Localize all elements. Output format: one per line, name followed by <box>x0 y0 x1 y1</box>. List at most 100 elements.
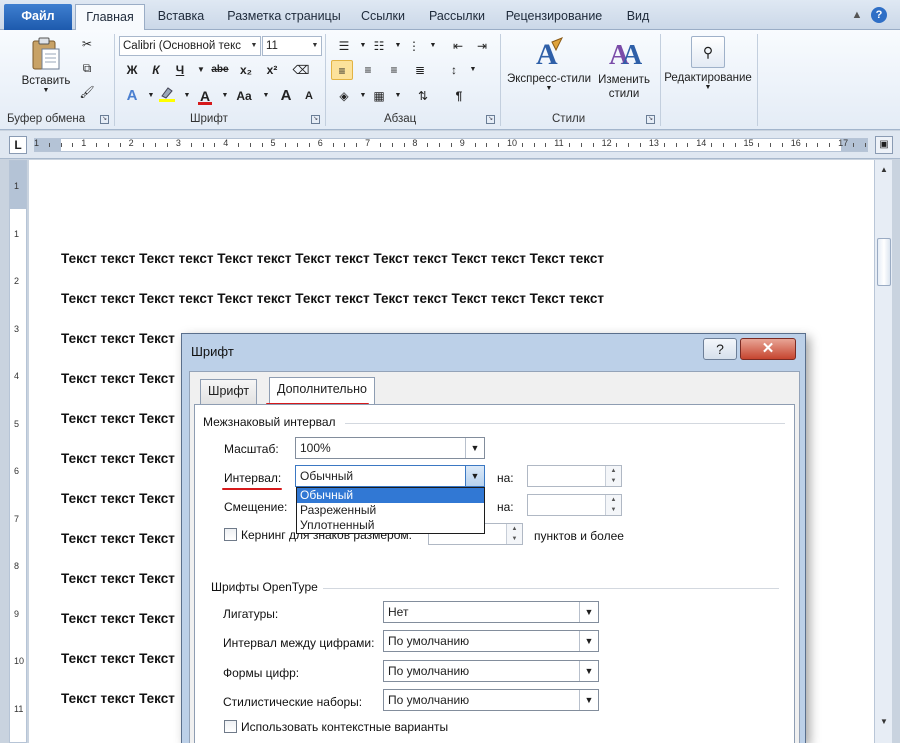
subscript-button[interactable]: x₂ <box>235 60 257 80</box>
align-left-icon[interactable]: ≡ <box>331 60 353 80</box>
ruler-tick <box>344 143 346 147</box>
tab-page-layout[interactable]: Разметка страницы <box>222 4 346 30</box>
clipboard-launcher-icon[interactable]: ↘ <box>100 115 109 124</box>
vruler-number: 2 <box>14 276 20 286</box>
quick-styles-button[interactable]: A Экспресс-стили ▼ <box>503 36 595 92</box>
tab-mailings[interactable]: Рассылки <box>422 4 492 30</box>
scroll-up-icon[interactable]: ▲ <box>878 164 890 176</box>
position-by-spinner[interactable]: ▲ ▼ <box>527 494 622 516</box>
ruler-tick <box>663 143 665 147</box>
stylistic-sets-select[interactable]: По умолчанию ▼ <box>383 689 599 711</box>
document-line[interactable]: Текст текст Текст <box>61 411 175 426</box>
ruler-tick <box>403 143 405 147</box>
spacing-option[interactable]: Разреженный <box>297 503 484 518</box>
document-line[interactable]: Текст текст Текст <box>61 531 175 546</box>
highlight-icon[interactable] <box>156 86 178 106</box>
line-spacing-dropdown-icon[interactable]: ▼ <box>462 60 484 80</box>
ruler-bar: L 1 1 2 3 4 5 6 7 8 9 10 11 12 13 14 15 16 17 ▣ <box>0 131 900 159</box>
scroll-thumb[interactable] <box>877 238 891 286</box>
document-line[interactable]: Текст текст Текст <box>61 611 175 626</box>
vertical-scrollbar[interactable]: ▲ ▼ <box>874 160 892 743</box>
spacing-option[interactable]: Уплотненный <box>297 518 484 533</box>
paste-dropdown-icon[interactable]: ▼ <box>14 87 78 94</box>
change-case-button[interactable]: Aa <box>230 86 258 106</box>
document-line[interactable]: Текст текст Текст <box>61 571 175 586</box>
strikethrough-button[interactable]: abe <box>209 60 231 80</box>
font-color-icon[interactable]: A <box>194 86 216 106</box>
document-line[interactable]: Текст текст Текст <box>61 691 175 706</box>
tab-file[interactable]: Файл <box>4 4 72 30</box>
paragraph-launcher-icon[interactable]: ↘ <box>486 115 495 124</box>
grow-font-button[interactable]: A <box>275 86 297 106</box>
number-spacing-value: По умолчанию <box>388 634 470 648</box>
ruler-tick <box>533 143 535 147</box>
shrink-font-button[interactable]: A <box>298 86 320 106</box>
tab-home[interactable]: Главная <box>75 4 145 31</box>
font-size-combo[interactable]: 11 ▼ <box>262 36 322 56</box>
vertical-ruler[interactable]: 1 1 2 3 4 5 6 7 8 9 10 11 <box>9 160 27 743</box>
tab-view[interactable]: Вид <box>620 4 656 30</box>
increase-indent-icon[interactable]: ⇥ <box>471 36 493 56</box>
format-painter-icon[interactable]: 🖌 <box>76 82 98 102</box>
spin-down-icon[interactable]: ▼ <box>506 534 522 544</box>
align-right-icon[interactable]: ≡ <box>383 60 405 80</box>
spin-down-icon[interactable]: ▼ <box>605 476 621 486</box>
document-line[interactable]: Текст текст Текст текст Текст текст Текс… <box>61 291 604 306</box>
ruler-tick <box>119 143 121 147</box>
sort-icon[interactable]: ⇅ <box>412 86 434 106</box>
contextual-checkbox[interactable] <box>224 720 237 733</box>
kerning-checkbox[interactable] <box>224 528 237 541</box>
show-marks-icon[interactable]: ¶ <box>448 86 470 106</box>
view-ruler-icon[interactable]: ▣ <box>875 136 893 154</box>
number-spacing-select[interactable]: По умолчанию ▼ <box>383 630 599 652</box>
borders-dropdown-icon[interactable]: ▼ <box>387 86 409 106</box>
document-line[interactable]: Текст текст Текст <box>61 651 175 666</box>
dialog-help-button[interactable]: ? <box>703 338 737 360</box>
change-styles-button[interactable]: A A Изменить стили <box>594 36 656 101</box>
cut-icon[interactable]: ✂ <box>76 34 98 54</box>
editing-button[interactable]: ⚲ Редактирование ▼ <box>660 36 756 91</box>
spacing-select[interactable]: Обычный ▼ <box>295 465 485 487</box>
copy-icon[interactable]: ⧉ <box>76 58 98 78</box>
tab-review[interactable]: Рецензирование <box>502 4 606 30</box>
spin-down-icon[interactable]: ▼ <box>605 505 621 515</box>
horizontal-ruler[interactable]: 1 1 2 3 4 5 6 7 8 9 10 11 12 13 14 15 16 17 <box>34 138 878 152</box>
scale-select[interactable]: 100% ▼ <box>295 437 485 459</box>
clear-format-icon[interactable]: ⌫ <box>290 60 312 80</box>
document-line[interactable]: Текст текст Текст <box>61 451 175 466</box>
justify-icon[interactable]: ≣ <box>409 60 431 80</box>
help-icon[interactable]: ? <box>871 7 887 23</box>
superscript-button[interactable]: x² <box>261 60 283 80</box>
minimize-ribbon-icon[interactable]: ▲ <box>849 7 865 23</box>
bold-button[interactable]: Ж <box>121 60 143 80</box>
number-forms-select[interactable]: По умолчанию ▼ <box>383 660 599 682</box>
underline-button[interactable]: Ч <box>169 60 191 80</box>
paste-button[interactable]: Вставить ▼ <box>14 36 78 94</box>
decrease-indent-icon[interactable]: ⇤ <box>447 36 469 56</box>
italic-button[interactable]: К <box>145 60 167 80</box>
font-name-combo[interactable]: Calibri (Основной текс ▼ <box>119 36 261 56</box>
tab-font[interactable]: Шрифт <box>200 379 258 404</box>
spacing-option[interactable]: Обычный <box>297 488 484 503</box>
tab-advanced[interactable]: Дополнительно <box>269 377 375 404</box>
styles-launcher-icon[interactable]: ↘ <box>646 115 655 124</box>
ruler-number: 2 <box>128 138 134 148</box>
spin-up-icon[interactable]: ▲ <box>605 495 621 505</box>
document-line[interactable]: Текст текст Текст <box>61 491 175 506</box>
spacing-by-spinner[interactable]: ▲ ▼ <box>527 465 622 487</box>
document-line[interactable]: Текст текст Текст <box>61 371 175 386</box>
tab-references[interactable]: Ссылки <box>355 4 411 30</box>
align-center-icon[interactable]: ≡ <box>357 60 379 80</box>
tab-insert[interactable]: Вставка <box>150 4 212 30</box>
tab-selector[interactable]: L <box>9 136 27 154</box>
spin-up-icon[interactable]: ▲ <box>506 524 522 534</box>
multilevel-dropdown-icon[interactable]: ▼ <box>422 36 444 56</box>
scroll-down-icon[interactable]: ▼ <box>878 716 890 728</box>
ligatures-select[interactable]: Нет ▼ <box>383 601 599 623</box>
dialog-close-button[interactable]: ✕ <box>740 338 796 360</box>
font-launcher-icon[interactable]: ↘ <box>311 115 320 124</box>
document-line[interactable]: Текст текст Текст <box>61 331 175 346</box>
change-case-dropdown-icon[interactable]: ▼ <box>255 86 277 106</box>
spin-up-icon[interactable]: ▲ <box>605 466 621 476</box>
document-line[interactable]: Текст текст Текст текст Текст текст Текс… <box>61 251 604 266</box>
